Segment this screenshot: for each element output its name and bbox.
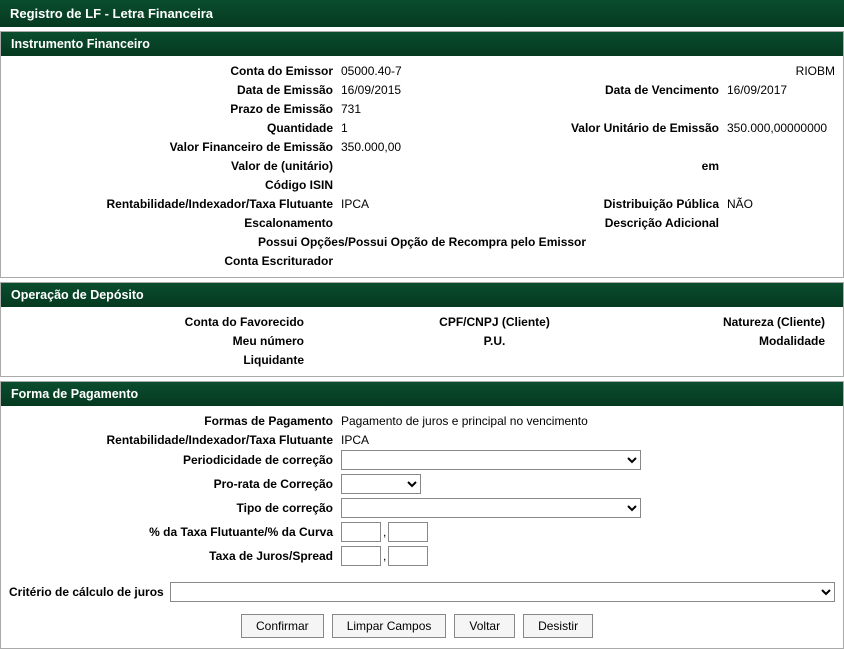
value-prazo-emissao: 731 <box>339 102 361 116</box>
input-taxa-juros-dec[interactable] <box>388 546 428 566</box>
label-tipo-correcao: Tipo de correção <box>9 501 339 515</box>
select-prorata[interactable] <box>341 474 421 494</box>
label-distribuicao-publica: Distribuição Pública <box>604 197 725 211</box>
label-quantidade: Quantidade <box>9 121 339 135</box>
comma-1: , <box>381 525 388 539</box>
label-liquidante: Liquidante <box>9 353 304 367</box>
value-valor-unitario-emissao: 350.000,00000000 <box>725 121 835 135</box>
input-pct-taxa-dec[interactable] <box>388 522 428 542</box>
label-natureza: Natureza (Cliente) <box>685 315 835 329</box>
label-cpf-cnpj: CPF/CNPJ (Cliente) <box>304 315 685 329</box>
confirmar-button[interactable]: Confirmar <box>241 614 324 638</box>
button-row: Confirmar Limpar Campos Voltar Desistir <box>1 604 843 648</box>
label-escalonamento: Escalonamento <box>9 216 339 230</box>
label-formas-pagamento: Formas de Pagamento <box>9 414 339 428</box>
label-valor-financeiro-emissao: Valor Financeiro de Emissão <box>9 140 339 154</box>
label-taxa-juros: Taxa de Juros/Spread <box>9 549 339 563</box>
limpar-campos-button[interactable]: Limpar Campos <box>332 614 447 638</box>
label-data-vencimento: Data de Vencimento <box>605 83 725 97</box>
label-conta-escriturador: Conta Escriturador <box>9 254 339 268</box>
label-prorata: Pro-rata de Correção <box>9 477 339 491</box>
label-rentabilidade-instr: Rentabilidade/Indexador/Taxa Flutuante <box>9 197 339 211</box>
value-data-vencimento: 16/09/2017 <box>725 83 835 97</box>
label-prazo-emissao: Prazo de Emissão <box>9 102 339 116</box>
select-periodicidade[interactable] <box>341 450 641 470</box>
label-data-emissao: Data de Emissão <box>9 83 339 97</box>
label-em: em <box>702 159 725 173</box>
value-valor-financeiro-emissao: 350.000,00 <box>339 140 401 154</box>
label-periodicidade: Periodicidade de correção <box>9 453 339 467</box>
section-body-pagamento: Formas de Pagamento Pagamento de juros e… <box>1 406 843 576</box>
value-rentabilidade-instr: IPCA <box>339 197 369 211</box>
label-codigo-isin: Código ISIN <box>9 178 339 192</box>
label-possui-opcoes: Possui Opções/Possui Opção de Recompra p… <box>9 233 835 251</box>
section-header-pagamento: Forma de Pagamento <box>1 382 843 406</box>
section-pagamento: Forma de Pagamento Formas de Pagamento P… <box>0 381 844 649</box>
value-formas-pagamento: Pagamento de juros e principal no vencim… <box>339 414 588 428</box>
label-conta-favorecido: Conta do Favorecido <box>9 315 304 329</box>
select-tipo-correcao[interactable] <box>341 498 641 518</box>
label-meu-numero: Meu número <box>9 334 304 348</box>
section-instrumento: Instrumento Financeiro Conta do Emissor … <box>0 31 844 278</box>
voltar-button[interactable]: Voltar <box>454 614 515 638</box>
label-pct-taxa: % da Taxa Flutuante/% da Curva <box>9 525 339 539</box>
label-valor-unitario-emissao: Valor Unitário de Emissão <box>571 121 725 135</box>
label-conta-emissor: Conta do Emissor <box>9 64 339 78</box>
section-header-deposito: Operação de Depósito <box>1 283 843 307</box>
section-header-instrumento: Instrumento Financeiro <box>1 32 843 56</box>
page-title: Registro de LF - Letra Financeira <box>0 0 844 27</box>
comma-2: , <box>381 549 388 563</box>
select-criterio-calculo[interactable] <box>170 582 835 602</box>
value-conta-emissor: 05000.40-7 <box>339 64 402 78</box>
section-deposito: Operação de Depósito Conta do Favorecido… <box>0 282 844 377</box>
label-descricao-adicional: Descrição Adicional <box>605 216 725 230</box>
label-pu: P.U. <box>304 334 685 348</box>
label-modalidade: Modalidade <box>685 334 835 348</box>
label-valor-de-unitario: Valor de (unitário) <box>9 159 339 173</box>
value-quantidade: 1 <box>339 121 348 135</box>
value-data-emissao: 16/09/2015 <box>339 83 401 97</box>
input-taxa-juros-int[interactable] <box>341 546 381 566</box>
input-pct-taxa-int[interactable] <box>341 522 381 542</box>
label-rentabilidade-pag: Rentabilidade/Indexador/Taxa Flutuante <box>9 433 339 447</box>
label-criterio-calculo: Critério de cálculo de juros <box>9 585 164 599</box>
value-riobm: RIOBM <box>715 64 835 78</box>
value-rentabilidade-pag: IPCA <box>339 433 369 447</box>
section-body-instrumento: Conta do Emissor 05000.40-7 RIOBM Data d… <box>1 56 843 277</box>
section-body-deposito: Conta do Favorecido CPF/CNPJ (Cliente) N… <box>1 307 843 376</box>
value-distribuicao-publica: NÃO <box>725 197 835 211</box>
desistir-button[interactable]: Desistir <box>523 614 593 638</box>
